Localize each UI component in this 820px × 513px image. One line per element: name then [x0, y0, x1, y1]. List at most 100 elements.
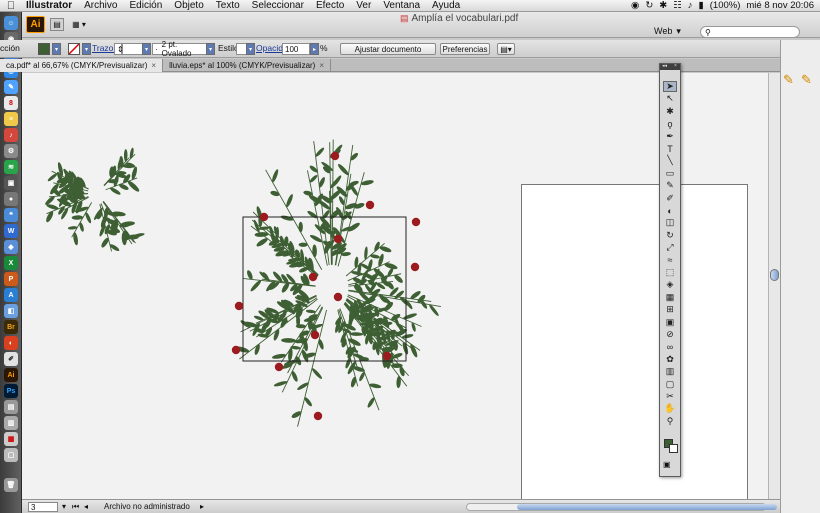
- trash-icon[interactable]: 🗑: [4, 478, 18, 492]
- spotify-icon[interactable]: ≋: [4, 160, 18, 174]
- photos-icon[interactable]: ▣: [4, 176, 18, 190]
- scale-tool-icon[interactable]: ⤢: [663, 242, 677, 253]
- blob-brush-icon[interactable]: ◐: [663, 205, 677, 216]
- column-graph-icon[interactable]: ▥: [663, 366, 677, 377]
- firefox-icon[interactable]: ◐: [4, 336, 18, 350]
- zoom-field[interactable]: 3: [28, 502, 58, 512]
- brush-definition-field[interactable]: · 2 pt. Ovalado: [152, 40, 208, 58]
- first-artboard-icon[interactable]: ⏮: [72, 502, 79, 512]
- berry[interactable]: [333, 234, 343, 244]
- type-tool-icon[interactable]: T: [663, 143, 677, 154]
- berry[interactable]: [365, 200, 375, 210]
- tools-panel[interactable]: ◂◂ × ➤ ↖ ✱ ϙ ✒ T ╲ ▭ ✎ ✐ ◐ ◫ ↻ ⤢ ≈ ⬚ ◈ ▦ ⊞ ▣ ⊘ ∞ ✿ ▥ ▢ ✂ ✋ ⚲ ▣: [659, 63, 681, 477]
- tools-panel-header[interactable]: ◂◂ ×: [660, 63, 680, 70]
- calendar-icon[interactable]: 8: [4, 96, 18, 110]
- mesh-tool-icon[interactable]: ⊞: [663, 304, 677, 315]
- preferences-button[interactable]: Preferencias: [440, 43, 490, 55]
- menu-seleccionar[interactable]: Seleccionar: [246, 0, 310, 11]
- panel-menu-icon[interactable]: ▤▾: [497, 43, 515, 55]
- opacity-dropdown-icon[interactable]: ▸: [310, 43, 319, 55]
- berry[interactable]: [310, 330, 320, 340]
- notes-icon[interactable]: ≡: [4, 112, 18, 126]
- rectangle-tool-icon[interactable]: ▭: [663, 168, 677, 179]
- gradient-tool-icon[interactable]: ▣: [663, 317, 677, 328]
- close-tab-icon[interactable]: ×: [151, 61, 156, 70]
- fit-document-button[interactable]: Ajustar documento: [340, 43, 436, 55]
- fill-stroke-proxy[interactable]: [664, 439, 678, 453]
- hand-tool-icon[interactable]: ✋: [663, 403, 677, 414]
- perspective-grid-icon[interactable]: ▦: [663, 292, 677, 303]
- horizontal-scrollbar[interactable]: [466, 503, 777, 511]
- magic-wand-icon[interactable]: ✱: [663, 106, 677, 117]
- prev-artboard-icon[interactable]: ◂: [84, 502, 88, 511]
- stroke-weight-field[interactable]: [122, 43, 144, 55]
- stroke-stepper-icon[interactable]: ⇕: [114, 43, 124, 55]
- downloads-icon[interactable]: ▤: [4, 400, 18, 414]
- status-text[interactable]: Archivo no administrado: [104, 502, 190, 511]
- artwork-canvas[interactable]: [22, 73, 768, 499]
- photoshop-icon[interactable]: Ps: [4, 384, 18, 398]
- blend-tool-icon[interactable]: ∞: [663, 341, 677, 352]
- app-menu[interactable]: Illustrator: [22, 0, 78, 11]
- collapse-icon[interactable]: ◂◂: [662, 63, 667, 69]
- workspace-switcher[interactable]: Web ▾: [654, 25, 686, 37]
- documents-icon[interactable]: ▥: [4, 416, 18, 430]
- messages-icon[interactable]: ✎: [4, 80, 18, 94]
- status-menu-icon[interactable]: ▸: [200, 502, 204, 511]
- stroke-dropdown-icon[interactable]: ▾: [82, 43, 91, 55]
- berry[interactable]: [411, 217, 421, 227]
- system-preferences-icon[interactable]: ⚙: [4, 144, 18, 158]
- menu-objeto[interactable]: Objeto: [168, 0, 209, 11]
- zoom-dropdown-icon[interactable]: ▾: [62, 502, 66, 511]
- vertical-scroll-thumb[interactable]: [770, 269, 779, 281]
- powerpoint-icon[interactable]: P: [4, 272, 18, 286]
- direct-selection-tool-icon[interactable]: ↖: [663, 93, 677, 104]
- berry[interactable]: [231, 345, 241, 355]
- apple-menu-icon[interactable]: : [0, 0, 22, 12]
- shape-builder-icon[interactable]: ◈: [663, 279, 677, 290]
- slice-tool-icon[interactable]: ✂: [663, 391, 677, 402]
- vertical-scrollbar[interactable]: [768, 73, 780, 499]
- menu-ver[interactable]: Ver: [350, 0, 377, 11]
- menu-ventana[interactable]: Ventana: [377, 0, 426, 11]
- excel-icon[interactable]: X: [4, 256, 18, 270]
- illustrator-icon[interactable]: Ai: [4, 368, 18, 382]
- rotate-tool-icon[interactable]: ↻: [663, 230, 677, 241]
- pdf-icon[interactable]: ▦: [4, 432, 18, 446]
- pencil-icon[interactable]: ✐: [663, 193, 677, 204]
- app-store-icon[interactable]: A: [4, 288, 18, 302]
- opacity-field[interactable]: 100: [282, 43, 310, 55]
- chat-icon[interactable]: ❝: [4, 208, 18, 222]
- volume-icon[interactable]: ♪: [688, 0, 693, 11]
- eraser-icon[interactable]: ◫: [663, 217, 677, 228]
- stroke-label[interactable]: Trazo:: [92, 43, 116, 53]
- berry[interactable]: [330, 151, 340, 161]
- fill-swatch[interactable]: [38, 43, 50, 55]
- time-machine-icon[interactable]: ↻: [645, 0, 653, 11]
- finder-icon[interactable]: ☺: [4, 16, 18, 30]
- lasso-icon[interactable]: ϙ: [663, 118, 677, 129]
- close-tab-icon[interactable]: ×: [319, 61, 324, 70]
- selection-tool-icon[interactable]: ➤: [663, 81, 677, 92]
- app-icon[interactable]: ◆: [4, 240, 18, 254]
- style-dropdown-icon[interactable]: ▾: [246, 43, 255, 55]
- go-to-bridge-icon[interactable]: ▤: [50, 18, 64, 31]
- status-menu-icon[interactable]: ◉: [631, 0, 639, 11]
- berry[interactable]: [274, 362, 284, 372]
- leaf-branch-cluster-large[interactable]: [234, 139, 441, 427]
- stroke-swatch[interactable]: [68, 43, 80, 55]
- wifi-icon[interactable]: ☷: [673, 0, 682, 11]
- word-icon[interactable]: W: [4, 224, 18, 238]
- artboard-tool-icon[interactable]: ▢: [663, 379, 677, 390]
- warp-tool-icon[interactable]: ≈: [663, 255, 677, 266]
- tab-document-1[interactable]: ca.pdf* al 66,67% (CMYK/Previsualizar) ×: [0, 59, 164, 72]
- paintbrush-icon[interactable]: ✎: [663, 180, 677, 191]
- berry[interactable]: [333, 292, 343, 302]
- eyedropper-icon[interactable]: ⊘: [663, 329, 677, 340]
- leaf-branch-cluster-small[interactable]: [44, 147, 145, 252]
- free-transform-icon[interactable]: ⬚: [663, 267, 677, 278]
- search-help-input[interactable]: ⚲: [700, 26, 800, 38]
- berry[interactable]: [308, 272, 318, 282]
- berry[interactable]: [234, 301, 244, 311]
- horizontal-scroll-thumb[interactable]: [517, 504, 777, 510]
